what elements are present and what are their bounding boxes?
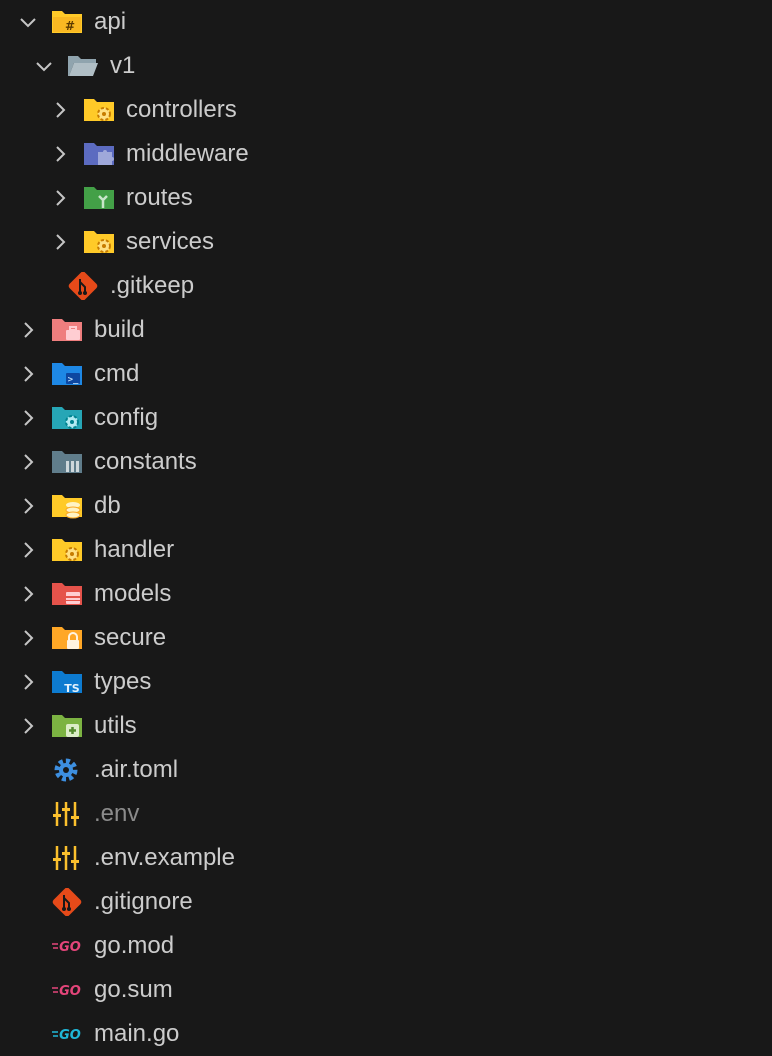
go-mod-icon: GO xyxy=(52,940,81,955)
tree-item-label: .gitignore xyxy=(94,888,193,915)
folder-controllers-icon xyxy=(84,99,114,121)
chevron-right-icon[interactable] xyxy=(18,628,38,648)
folder-api-icon: # xyxy=(52,11,82,33)
chevron-right-icon[interactable] xyxy=(18,408,38,428)
tree-item-label: routes xyxy=(126,184,193,211)
tree-item-label: go.mod xyxy=(94,932,175,959)
go-file-icon: GO xyxy=(52,1028,81,1043)
tree-item-label: controllers xyxy=(126,96,237,123)
tree-item-label: models xyxy=(94,580,172,607)
tree-item-types[interactable]: TS types xyxy=(0,660,772,704)
tree-item-go-mod[interactable]: GO go.mod xyxy=(0,924,772,968)
tree-item-label: types xyxy=(94,668,152,695)
tree-item-label: handler xyxy=(94,536,175,563)
tree-item-api[interactable]: # api xyxy=(0,0,772,44)
chevron-right-icon[interactable] xyxy=(18,716,38,736)
folder-secure-icon xyxy=(52,627,82,649)
folder-db-icon xyxy=(52,495,82,519)
tree-item-secure[interactable]: secure xyxy=(0,616,772,660)
file-explorer-tree: # api v1 controllers middleware routes s… xyxy=(0,0,772,1056)
svg-text:GO: GO xyxy=(59,984,81,999)
tree-item-label: api xyxy=(94,8,127,35)
tree-item-label: .gitkeep xyxy=(110,272,195,299)
folder-cmd-icon: >_ xyxy=(52,363,82,385)
chevron-right-icon[interactable] xyxy=(50,100,70,120)
tree-item-label: go.sum xyxy=(94,976,173,1003)
tree-item-build[interactable]: build xyxy=(0,308,772,352)
gear-icon xyxy=(54,758,78,782)
tree-item-label: db xyxy=(94,492,121,519)
tree-item-label: .env xyxy=(94,800,140,827)
tree-item-label: .env.example xyxy=(94,844,235,871)
chevron-right-icon[interactable] xyxy=(18,496,38,516)
chevron-right-icon[interactable] xyxy=(50,188,70,208)
tree-item-utils[interactable]: utils xyxy=(0,704,772,748)
svg-text:TS: TS xyxy=(64,682,80,695)
tree-item-label: utils xyxy=(94,712,137,739)
tree-item-gitkeep[interactable]: .gitkeep xyxy=(0,264,772,308)
tree-item-label: .air.toml xyxy=(94,756,179,783)
svg-text:>_: >_ xyxy=(68,375,79,385)
tree-item-cmd[interactable]: >_ cmd xyxy=(0,352,772,396)
folder-services-icon xyxy=(84,231,114,253)
tree-item-go-sum[interactable]: GO go.sum xyxy=(0,968,772,1012)
env-icon xyxy=(53,802,79,826)
chevron-right-icon[interactable] xyxy=(18,320,38,340)
git-icon xyxy=(68,272,98,300)
tree-item-label: cmd xyxy=(94,360,140,387)
chevron-right-icon[interactable] xyxy=(18,364,38,384)
chevron-down-icon[interactable] xyxy=(34,56,54,76)
chevron-right-icon[interactable] xyxy=(50,144,70,164)
tree-item-label: secure xyxy=(94,624,167,651)
chevron-right-icon[interactable] xyxy=(18,452,38,472)
folder-middleware-icon xyxy=(84,143,114,165)
git-icon xyxy=(52,888,82,916)
tree-item-label: config xyxy=(94,404,159,431)
tree-item-gitignore[interactable]: .gitignore xyxy=(0,880,772,924)
folder-open-icon xyxy=(68,56,98,76)
tree-item-constants[interactable]: constants xyxy=(0,440,772,484)
folder-handler-icon xyxy=(52,539,82,561)
tree-item-controllers[interactable]: controllers xyxy=(0,88,772,132)
folder-config-icon xyxy=(52,407,82,429)
tree-item-routes[interactable]: routes xyxy=(0,176,772,220)
svg-text:GO: GO xyxy=(59,1028,81,1043)
folder-types-icon: TS xyxy=(52,671,82,695)
tree-item-label: constants xyxy=(94,448,197,475)
chevron-right-icon[interactable] xyxy=(18,672,38,692)
tree-item-label: build xyxy=(94,316,145,343)
tree-item-services[interactable]: services xyxy=(0,220,772,264)
tree-item-models[interactable]: models xyxy=(0,572,772,616)
tree-item-config[interactable]: config xyxy=(0,396,772,440)
tree-item-label: services xyxy=(126,228,215,255)
chevron-right-icon[interactable] xyxy=(18,584,38,604)
tree-item-db[interactable]: db xyxy=(0,484,772,528)
tree-item-air-toml[interactable]: .air.toml xyxy=(0,748,772,792)
tree-item-label: v1 xyxy=(110,52,136,79)
folder-utils-icon xyxy=(52,715,82,737)
tree-item-handler[interactable]: handler xyxy=(0,528,772,572)
svg-text:#: # xyxy=(65,19,75,33)
tree-item-main-go[interactable]: GO main.go xyxy=(0,1012,772,1056)
tree-item-label: middleware xyxy=(126,140,249,167)
chevron-right-icon[interactable] xyxy=(18,540,38,560)
tree-item-middleware[interactable]: middleware xyxy=(0,132,772,176)
chevron-down-icon[interactable] xyxy=(18,12,38,32)
tree-item-label: main.go xyxy=(94,1020,180,1047)
env-icon xyxy=(53,846,79,870)
chevron-right-icon[interactable] xyxy=(50,232,70,252)
folder-models-icon xyxy=(52,583,82,605)
tree-item-env-example[interactable]: .env.example xyxy=(0,836,772,880)
tree-item-v1[interactable]: v1 xyxy=(0,44,772,88)
tree-item-env[interactable]: .env xyxy=(0,792,772,836)
svg-text:GO: GO xyxy=(59,940,81,955)
folder-build-icon xyxy=(52,319,82,341)
go-mod-icon: GO xyxy=(52,984,81,999)
folder-constants-icon xyxy=(52,451,82,473)
folder-routes-icon xyxy=(84,187,114,209)
